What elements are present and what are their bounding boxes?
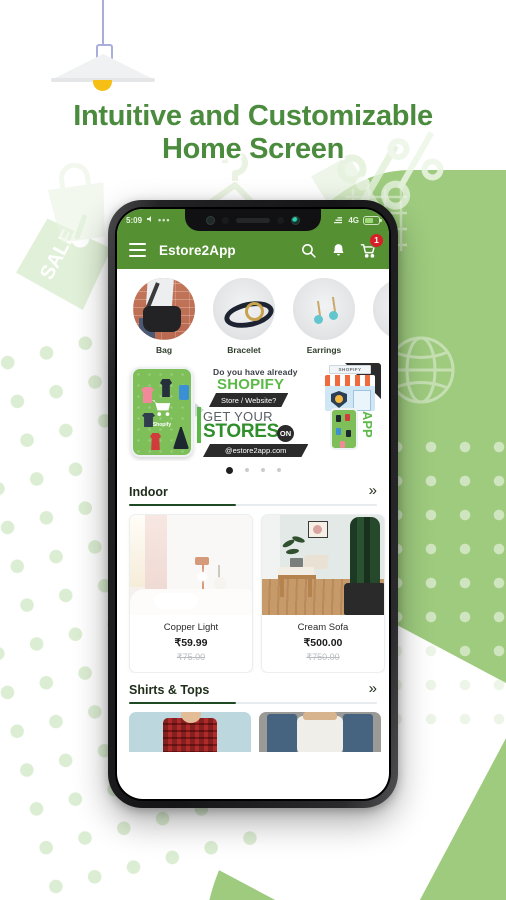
category-list[interactable]: Bag Bracelet Earrings	[117, 269, 389, 361]
product-list-indoor[interactable]: Copper Light ₹59.99 ₹75.00 Cream Sofa ₹5…	[117, 506, 389, 673]
banner-brand: SHOPIFY	[217, 376, 285, 393]
bell-icon[interactable]	[330, 242, 347, 259]
section-title: Shirts & Tops	[129, 683, 210, 697]
banner-app-text: APP	[360, 411, 375, 438]
product-price: ₹59.99	[174, 637, 208, 649]
headline-line-1: Intuitive and Customizable	[73, 100, 433, 132]
lamp-bulb	[93, 80, 112, 91]
product-name: Copper Light	[163, 622, 219, 633]
carousel-dot[interactable]	[260, 468, 265, 472]
banner-ribbon-website: @estore2app.com	[203, 444, 308, 457]
section-header: Shirts & Tops »	[129, 681, 377, 697]
banner-app-phone-icon	[330, 408, 358, 450]
poster-stage: SALE Intuitive and Customizable Home Scr…	[0, 0, 506, 900]
network-type-label: 4G	[348, 215, 359, 225]
section-underline	[129, 702, 377, 704]
proximity-sensor-icon	[222, 216, 229, 224]
category-thumbnail	[133, 278, 195, 340]
promo-banner[interactable]: Shopify Do you have already SHOPIFY Stor…	[125, 363, 381, 461]
bedroom-photo	[130, 515, 252, 615]
status-time: 5:09	[126, 215, 143, 225]
category-thumbnail	[373, 278, 389, 340]
product-price: ₹500.00	[303, 637, 343, 649]
category-label: Bag	[155, 345, 173, 355]
carousel-dot[interactable]	[276, 468, 281, 472]
banner-stores-text: STORES	[203, 421, 279, 442]
product-card[interactable]: Copper Light ₹59.99 ₹75.00	[129, 514, 253, 673]
product-old-price: ₹75.00	[176, 652, 206, 662]
banner-carousel-dots[interactable]	[117, 465, 389, 475]
carousel-dot-active[interactable]	[225, 466, 233, 474]
category-item-bracelet[interactable]: Bracelet	[207, 278, 281, 355]
app-bar: Estore2App 1	[117, 231, 389, 269]
lamp-cord	[102, 0, 104, 46]
search-icon[interactable]	[300, 242, 317, 259]
more-dots-icon: •••	[158, 215, 171, 225]
double-chevron-right-icon[interactable]: »	[369, 681, 377, 697]
category-label: Earrings	[306, 345, 342, 355]
category-label: I	[367, 345, 389, 355]
cart-badge: 1	[369, 232, 384, 248]
carousel-dot[interactable]	[244, 468, 249, 472]
product-image	[130, 515, 252, 615]
section-underline	[129, 504, 377, 506]
product-card[interactable]	[129, 712, 251, 752]
phone-screen: 5:09 ••• 4G Estore2App 1 Bag Bracelet Ea…	[117, 209, 389, 799]
product-meta: Copper Light ₹59.99 ₹75.00	[130, 615, 252, 672]
status-bar-right: 4G	[333, 215, 382, 225]
category-item-partial[interactable]: I	[367, 278, 389, 355]
category-label: Bracelet	[227, 345, 261, 355]
double-chevron-right-icon[interactable]: »	[369, 483, 377, 499]
banner-cart-icon	[151, 398, 173, 416]
pendant-lamp-icon	[51, 0, 155, 91]
storefront-awning	[325, 375, 375, 386]
sofa-room-photo	[262, 515, 384, 615]
section-title: Indoor	[129, 485, 168, 499]
phone-mockup: 5:09 ••• 4G Estore2App 1 Bag Bracelet Ea…	[108, 200, 398, 808]
app-title: Estore2App	[159, 242, 236, 258]
storefront-sign: SHOPIFY	[329, 365, 371, 374]
product-card[interactable]	[259, 712, 381, 752]
front-camera-icon	[206, 215, 215, 225]
banner-green-bar	[197, 407, 201, 443]
headline-line-2: Home Screen	[161, 133, 345, 166]
mute-icon	[146, 215, 154, 225]
page-title: Intuitive and Customizable Home Screen	[0, 100, 506, 167]
product-name: Cream Sofa	[297, 622, 349, 633]
banner-phone-label: Shopify	[152, 422, 172, 429]
section-header: Indoor »	[129, 483, 377, 499]
bag-photo	[133, 278, 195, 340]
category-thumbnail	[213, 278, 275, 340]
light-sensor-icon	[277, 216, 284, 224]
app-bar-actions: 1	[300, 232, 384, 259]
product-meta: Cream Sofa ₹500.00 ₹750.00	[262, 615, 384, 672]
category-thumbnail	[293, 278, 355, 340]
product-list-shirts[interactable]	[117, 704, 389, 752]
bracelet-photo	[213, 278, 275, 340]
svg-text:SALE: SALE	[36, 226, 80, 283]
battery-icon	[363, 215, 382, 225]
banner-phone-mockup: Shopify	[131, 367, 193, 457]
lamp-shade	[51, 54, 155, 80]
phone-notch	[185, 209, 321, 231]
earpiece-speaker	[236, 217, 270, 223]
earrings-photo	[293, 278, 355, 340]
product-card[interactable]: Cream Sofa ₹500.00 ₹750.00	[261, 514, 385, 673]
category-item-earrings[interactable]: Earrings	[287, 278, 361, 355]
signal-icon	[333, 216, 344, 224]
section-shirts-tops: Shirts & Tops »	[129, 681, 377, 704]
dress-photo	[373, 278, 389, 340]
secondary-camera-icon	[291, 215, 300, 225]
hamburger-menu-icon[interactable]	[129, 242, 146, 258]
section-indoor: Indoor »	[129, 483, 377, 506]
phone-bezel: 5:09 ••• 4G Estore2App 1 Bag Bracelet Ea…	[115, 207, 391, 801]
product-image	[262, 515, 384, 615]
storefront-icon: SHOPIFY	[323, 365, 377, 411]
banner-ribbon-store: Store / Website?	[209, 393, 288, 407]
status-bar-left: 5:09 •••	[126, 215, 170, 225]
banner-on-badge: ON	[277, 425, 294, 442]
cart-icon[interactable]: 1	[360, 232, 384, 259]
product-old-price: ₹750.00	[306, 652, 340, 662]
category-item-bag[interactable]: Bag	[127, 278, 201, 355]
